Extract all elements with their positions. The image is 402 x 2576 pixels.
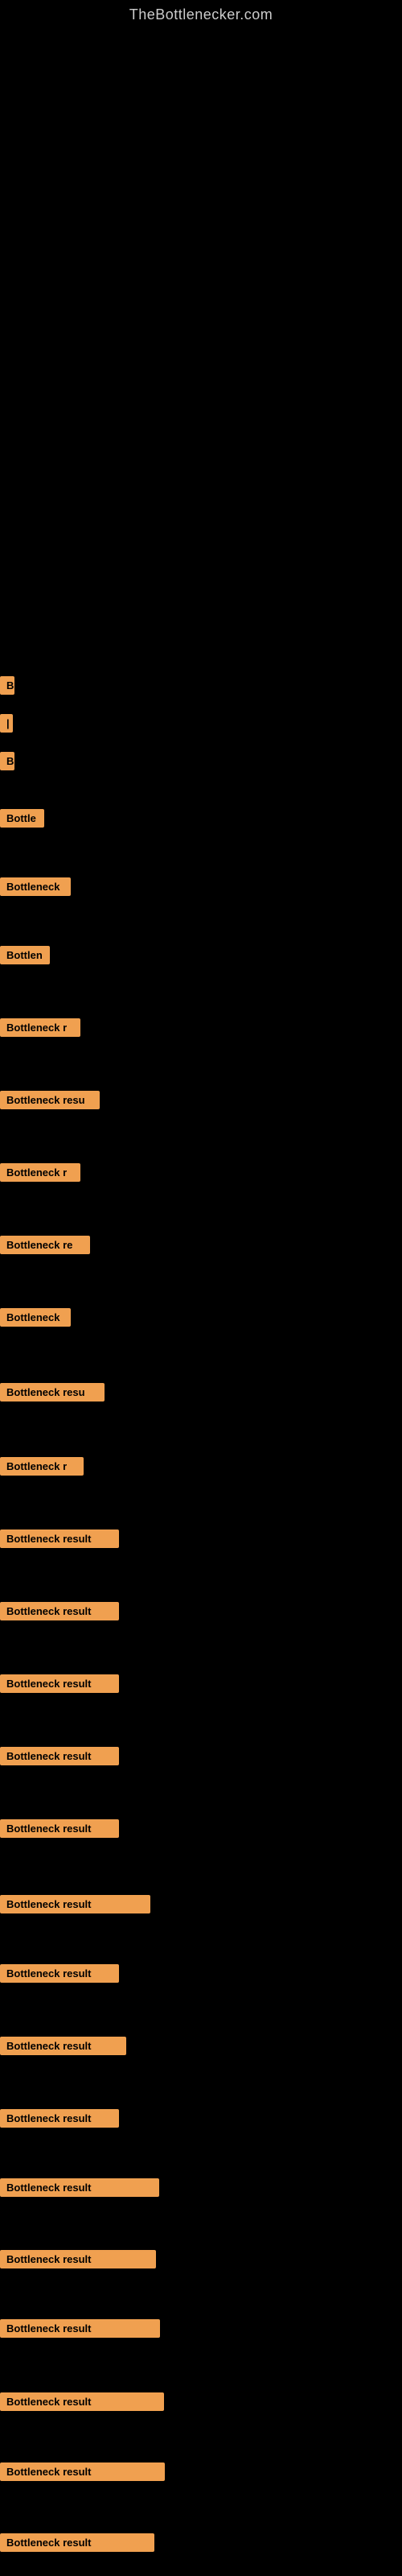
bottleneck-result-item: Bottleneck result xyxy=(0,2533,154,2552)
bottleneck-result-item: Bottleneck result xyxy=(0,1895,150,1913)
bottleneck-result-item: Bottleneck r xyxy=(0,1163,80,1182)
bottleneck-result-item: Bottleneck xyxy=(0,877,71,896)
bottleneck-result-item: Bottleneck result xyxy=(0,1819,119,1838)
bottleneck-result-item: Bottleneck resu xyxy=(0,1091,100,1109)
bottleneck-result-item: Bottleneck result xyxy=(0,1964,119,1983)
bottleneck-result-item: Bottleneck result xyxy=(0,2392,164,2411)
bottleneck-result-item: Bottleneck r xyxy=(0,1457,84,1476)
bottleneck-result-item: Bottleneck result xyxy=(0,2178,159,2197)
bottleneck-result-item: Bottleneck result xyxy=(0,2037,126,2055)
bottleneck-result-item: Bottlen xyxy=(0,946,50,964)
bottleneck-result-item: Bottleneck result xyxy=(0,2109,119,2128)
bottleneck-result-item: Bottleneck re xyxy=(0,1236,90,1254)
bottleneck-result-item: Bottleneck result xyxy=(0,2319,160,2338)
bottleneck-result-item: B xyxy=(0,676,14,695)
bottleneck-result-item: Bottleneck result xyxy=(0,2250,156,2268)
bottleneck-result-item: Bottleneck result xyxy=(0,1674,119,1693)
bottleneck-result-item: Bottleneck r xyxy=(0,1018,80,1037)
site-title: TheBottlenecker.com xyxy=(0,0,402,23)
bottleneck-result-item: Bottleneck result xyxy=(0,1602,119,1620)
bottleneck-result-item: Bottleneck result xyxy=(0,2462,165,2481)
bottleneck-result-item: B xyxy=(0,752,14,770)
bottleneck-result-item: Bottleneck result xyxy=(0,1747,119,1765)
bottleneck-result-item: Bottleneck resu xyxy=(0,1383,105,1402)
bottleneck-result-item: Bottle xyxy=(0,809,44,828)
bottleneck-result-item: Bottleneck xyxy=(0,1308,71,1327)
bottleneck-result-item: Bottleneck result xyxy=(0,1530,119,1548)
bottleneck-result-item: | xyxy=(0,714,13,733)
